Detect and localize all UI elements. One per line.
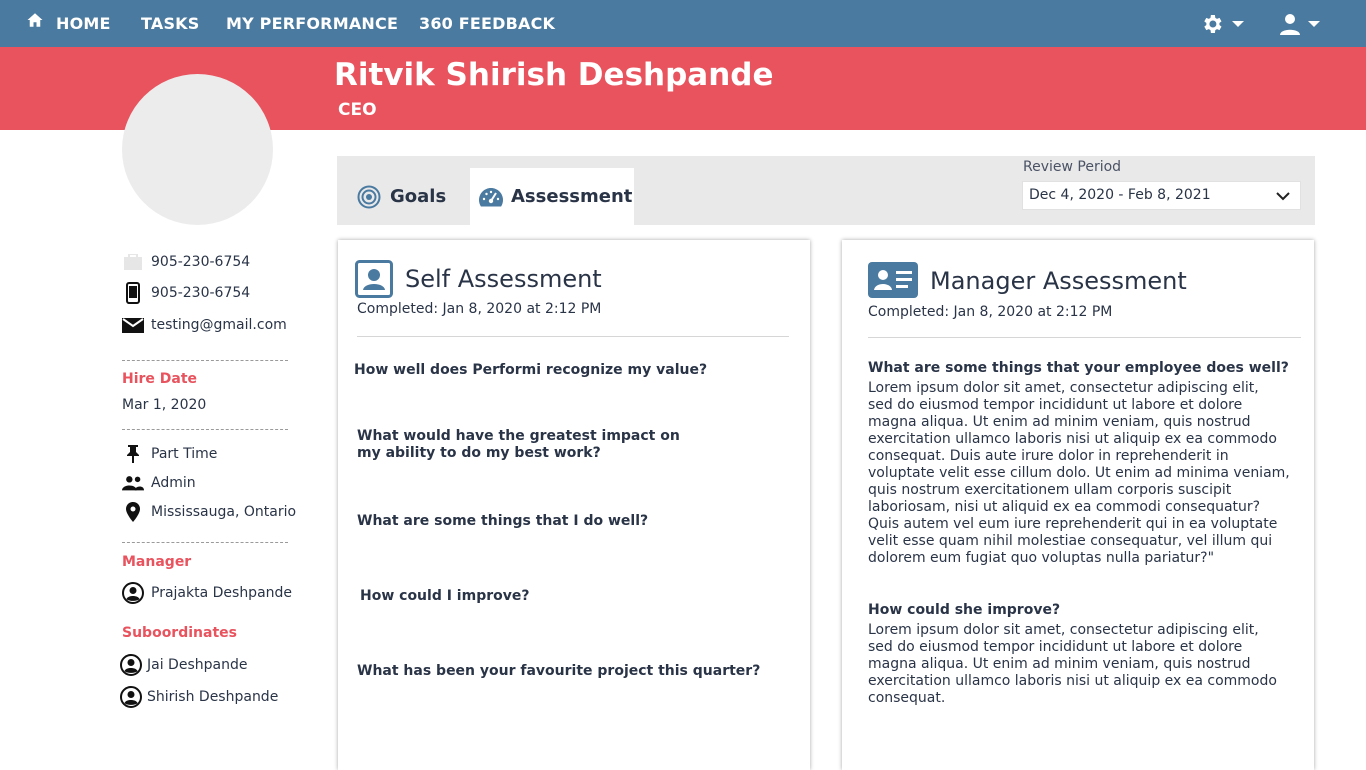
nav-tasks[interactable]: TASKS [141, 14, 200, 34]
email[interactable]: testing@gmail.com [151, 315, 287, 335]
home-icon[interactable] [26, 11, 44, 29]
people-icon [122, 472, 144, 494]
review-period-value: Dec 4, 2020 - Feb 8, 2021 [1029, 187, 1211, 203]
manager-row[interactable]: Prajakta Deshpande [122, 582, 292, 604]
manager-answer: Lorem ipsum dolor sit amet, consectetur … [868, 380, 1290, 566]
self-question: How could I improve? [360, 588, 530, 604]
subordinate-name[interactable]: Jai Deshpande [147, 655, 247, 675]
nav-my-performance[interactable]: MY PERFORMANCE [226, 14, 398, 34]
location: Mississauga, Ontario [151, 504, 297, 520]
manager-question: What are some things that your employee … [868, 360, 1289, 376]
speedometer-icon [479, 187, 503, 206]
tab-goals[interactable]: Goals [357, 168, 457, 225]
divider [868, 337, 1301, 338]
divider [122, 429, 288, 430]
self-assessment-card: Self Assessment Completed: Jan 8, 2020 a… [338, 240, 810, 770]
employee-name: Ritvik Shirish Deshpande [334, 57, 774, 93]
role-row: Admin [122, 472, 196, 494]
tab-assessment-label: Assessment [511, 186, 633, 207]
subordinate-row[interactable]: Shirish Deshpande [120, 686, 278, 708]
tab-goals-label: Goals [390, 186, 447, 207]
manager-label: Manager [122, 554, 192, 570]
top-navigation: HOME TASKS MY PERFORMANCE 360 FEEDBACK [0, 0, 1366, 47]
self-assessment-title: Self Assessment [405, 265, 602, 293]
mobile-phone-icon [122, 282, 144, 304]
hire-date: Mar 1, 2020 [122, 397, 207, 413]
id-card-icon [868, 262, 918, 298]
chevron-down-icon [1308, 21, 1320, 27]
work-phone: 905-230-6754 [151, 254, 251, 270]
review-period-select[interactable]: Dec 4, 2020 - Feb 8, 2021 [1022, 181, 1301, 210]
role: Admin [151, 475, 196, 491]
review-period-label: Review Period [1023, 159, 1122, 175]
employment-type: Part Time [151, 446, 218, 462]
employment-type-row: Part Time [122, 443, 217, 465]
nav-home[interactable]: HOME [56, 14, 111, 34]
briefcase-icon [122, 251, 144, 273]
hire-date-label: Hire Date [122, 371, 198, 387]
avatar [122, 74, 273, 225]
chevron-down-icon [1232, 21, 1244, 27]
account-circle-icon [122, 582, 144, 604]
mobile-phone-row: 905-230-6754 [122, 282, 250, 304]
work-phone-row: 905-230-6754 [122, 251, 250, 273]
settings-menu[interactable] [1200, 12, 1248, 36]
location-pin-icon [122, 501, 144, 523]
email-row: testing@gmail.com [122, 314, 287, 336]
employee-title: CEO [338, 100, 377, 120]
self-question: What has been your favourite project thi… [357, 663, 761, 679]
nav-360-feedback[interactable]: 360 FEEDBACK [419, 14, 555, 34]
self-question: What would have the greatest impact on m… [357, 428, 680, 461]
tab-assessment[interactable]: Assessment [470, 168, 634, 225]
manager-completed-date: Completed: Jan 8, 2020 at 2:12 PM [868, 304, 1113, 320]
subordinates-label: Suboordinates [122, 625, 237, 641]
target-icon [357, 185, 381, 208]
manager-question: How could she improve? [868, 602, 1061, 618]
chevron-down-icon [1276, 192, 1290, 201]
user-icon [1280, 14, 1300, 35]
manager-assessment-title: Manager Assessment [930, 267, 1187, 295]
self-question: What are some things that I do well? [357, 513, 649, 529]
account-circle-icon [120, 654, 142, 676]
account-circle-icon [120, 686, 142, 708]
divider [357, 336, 789, 337]
portrait-icon [355, 260, 393, 298]
subordinate-row[interactable]: Jai Deshpande [120, 654, 247, 676]
manager-answer: Lorem ipsum dolor sit amet, consectetur … [868, 622, 1277, 706]
divider [122, 360, 288, 361]
divider [122, 542, 288, 543]
manager-assessment-card: Manager Assessment Completed: Jan 8, 202… [842, 240, 1314, 770]
self-question: How well does Performi recognize my valu… [354, 362, 708, 378]
envelope-icon [122, 314, 144, 336]
manager-name[interactable]: Prajakta Deshpande [151, 583, 292, 603]
user-menu[interactable] [1278, 12, 1326, 36]
mobile-phone: 905-230-6754 [151, 285, 251, 301]
gear-icon [1204, 15, 1222, 33]
self-completed-date: Completed: Jan 8, 2020 at 2:12 PM [357, 301, 602, 317]
subordinate-name[interactable]: Shirish Deshpande [147, 687, 278, 707]
pin-icon [122, 443, 144, 465]
location-row: Mississauga, Ontario [122, 501, 296, 523]
